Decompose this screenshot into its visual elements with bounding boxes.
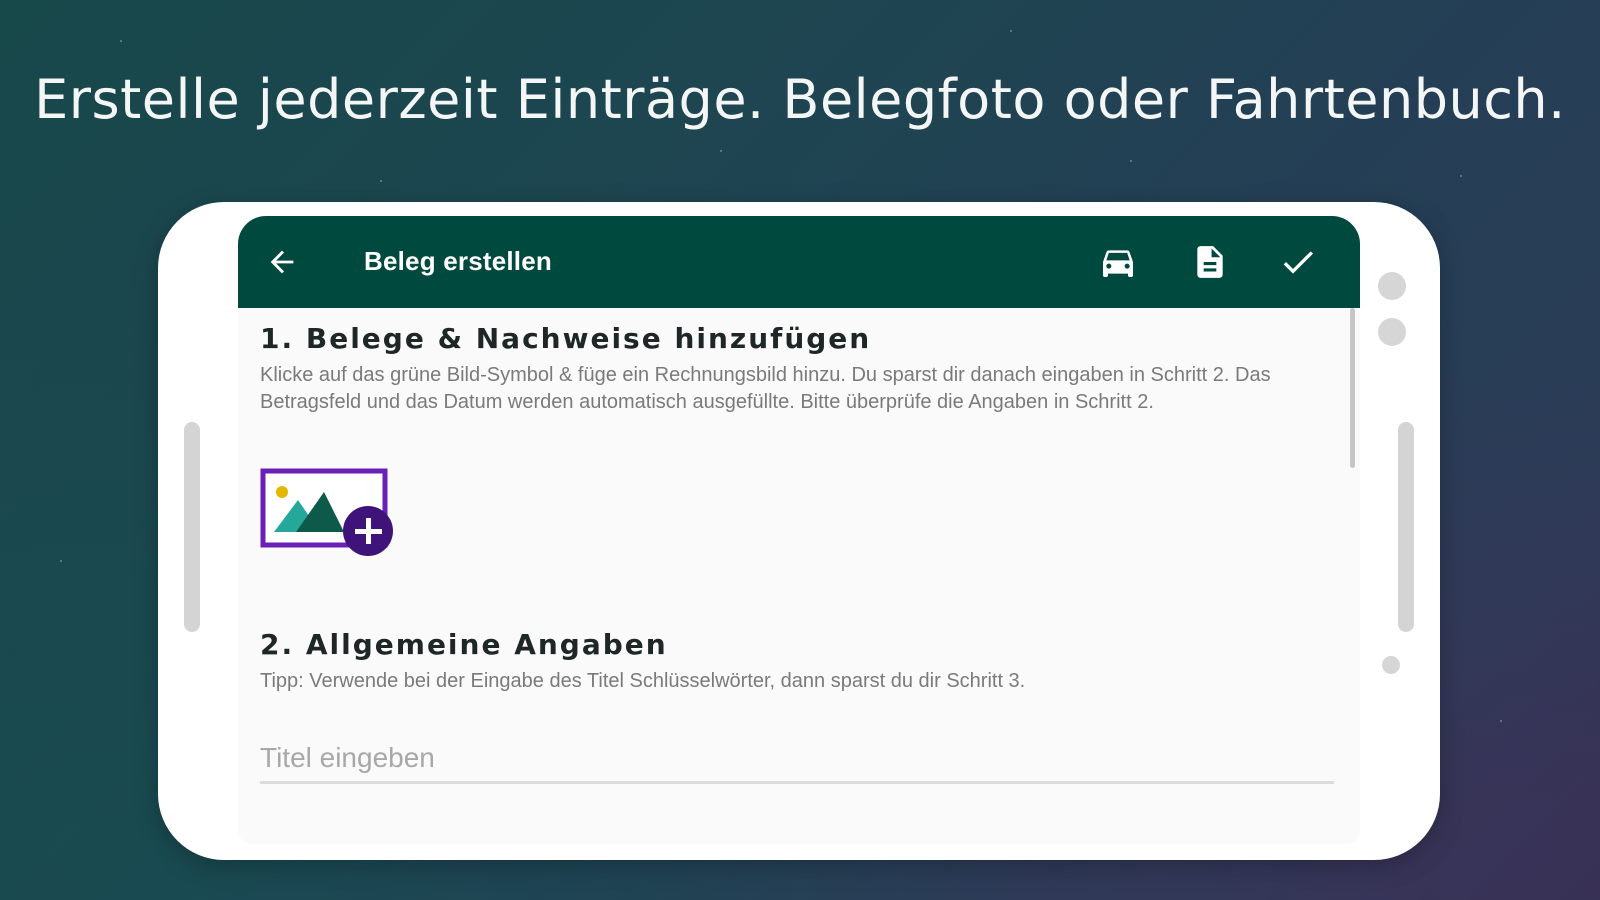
phone-speaker	[1382, 656, 1400, 674]
add-image-button[interactable]	[260, 468, 400, 568]
check-icon	[1283, 251, 1313, 274]
phone-camera	[1378, 272, 1406, 300]
phone-side-button	[1398, 422, 1414, 632]
phone-frame: Beleg erstellen 1. Belege & Nachweise hi…	[158, 202, 1440, 860]
title-input[interactable]	[260, 738, 1334, 784]
star	[720, 150, 722, 152]
car-icon	[1103, 250, 1133, 277]
app-bar-title: Beleg erstellen	[364, 246, 552, 276]
star	[1010, 30, 1012, 32]
star	[1500, 720, 1502, 722]
promo-headline: Erstelle jederzeit Einträge. Belegfoto o…	[34, 68, 1566, 131]
app-screen: Beleg erstellen 1. Belege & Nachweise hi…	[238, 216, 1360, 844]
add-image-icon	[260, 468, 393, 556]
section-2-title: 2. Allgemeine Angaben	[260, 628, 668, 661]
car-button[interactable]	[1094, 238, 1142, 286]
save-button[interactable]	[1274, 238, 1322, 286]
star	[1460, 175, 1462, 177]
scrollbar[interactable]	[1350, 308, 1355, 468]
star	[60, 560, 62, 562]
phone-side-button	[184, 422, 200, 632]
star	[120, 40, 122, 42]
star	[380, 180, 382, 182]
star	[1130, 160, 1132, 162]
section-1-description: Klicke auf das grüne Bild-Symbol & füge …	[260, 364, 1271, 413]
app-bar: Beleg erstellen	[238, 216, 1360, 308]
back-button[interactable]	[258, 238, 306, 286]
arrow-left-icon	[270, 250, 294, 274]
document-icon	[1197, 246, 1223, 278]
phone-sensor	[1378, 318, 1406, 346]
section-2-tip: Tipp: Verwende bei der Eingabe des Titel…	[260, 670, 1026, 692]
document-button[interactable]	[1186, 238, 1234, 286]
section-1-title: 1. Belege & Nachweise hinzufügen	[260, 322, 872, 355]
